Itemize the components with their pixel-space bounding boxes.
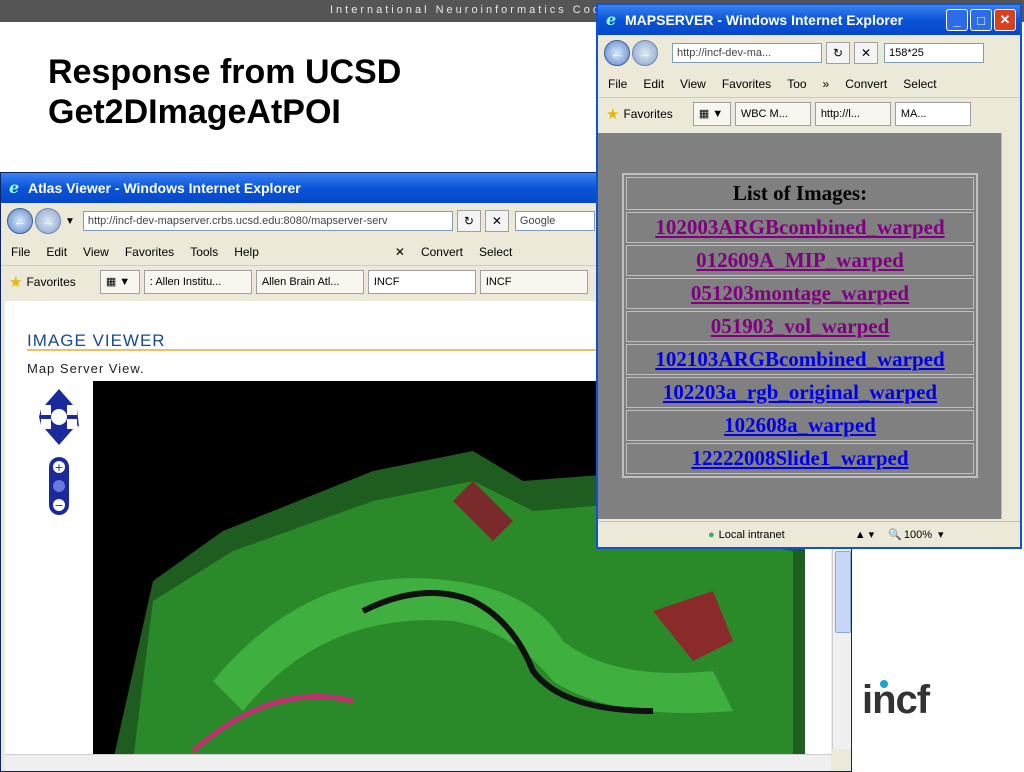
- image-list-table: List of Images: 102003ARGBcombined_warpe…: [622, 173, 978, 478]
- atlas-scroll-thumb[interactable]: [835, 551, 851, 633]
- map-navigation-control[interactable]: + −: [39, 387, 79, 522]
- mapserver-nav-bar: ← → http://incf-dev-ma... ↻ ✕ 158*25: [598, 35, 1020, 71]
- atlas-address-bar[interactable]: http://incf-dev-mapserver.crbs.ucsd.edu:…: [82, 211, 453, 231]
- image-link[interactable]: 051903_vol_warped: [711, 314, 890, 338]
- pan-zoom-icon[interactable]: + −: [39, 387, 79, 517]
- image-link[interactable]: 102203a_rgb_original_warped: [663, 380, 937, 404]
- select-button[interactable]: Select: [903, 77, 936, 91]
- image-link[interactable]: 102003ARGBcombined_warped: [655, 215, 944, 239]
- forward-button[interactable]: →: [35, 208, 61, 234]
- chevron-more-icon[interactable]: »: [823, 77, 830, 91]
- mapserver-favorites-bar: ★ Favorites ▦ ▼ WBC M... http://l... MA.…: [598, 97, 1020, 129]
- mapserver-titlebar[interactable]: e MAPSERVER - Windows Internet Explorer …: [598, 5, 1020, 35]
- zoom-dropdown-icon[interactable]: ▾: [938, 528, 944, 541]
- incf-logo: incf: [862, 678, 930, 723]
- atlas-search-input[interactable]: Google: [514, 211, 595, 231]
- close-button[interactable]: ✕: [994, 9, 1016, 31]
- slide-title-line1: Response from UCSD: [48, 53, 402, 91]
- forward-button[interactable]: →: [632, 40, 658, 66]
- convert-button[interactable]: Convert: [421, 245, 463, 259]
- maximize-button[interactable]: □: [970, 9, 992, 31]
- zone-label: Local intranet: [718, 528, 785, 541]
- menu-favorites[interactable]: Favorites: [722, 77, 771, 91]
- favorites-button[interactable]: Favorites: [623, 107, 672, 121]
- tab-mapserver[interactable]: MA...: [894, 101, 971, 126]
- svg-text:+: +: [54, 461, 63, 474]
- banner-text: International Neuroinformatics Coordina: [330, 4, 642, 16]
- image-viewer-heading: IMAGE VIEWER: [27, 331, 166, 350]
- refresh-icon[interactable]: ↻: [826, 42, 850, 64]
- stop-icon[interactable]: ✕: [854, 42, 878, 64]
- image-list-heading: List of Images:: [626, 177, 974, 210]
- mapserver-search-input[interactable]: 158*25: [884, 43, 984, 63]
- back-button[interactable]: ←: [604, 40, 630, 66]
- image-link[interactable]: 012609A_MIP_warped: [696, 248, 904, 272]
- atlas-window-title: Atlas Viewer - Windows Internet Explorer: [28, 180, 301, 196]
- menu-tools[interactable]: Tools: [190, 245, 218, 259]
- stop-icon[interactable]: ✕: [484, 210, 509, 232]
- tab-allen-brain-atlas[interactable]: Allen Brain Atl...: [255, 269, 364, 294]
- menu-edit[interactable]: Edit: [46, 245, 67, 259]
- mapserver-status-bar: ● Local intranet ▲ ▾ 🔍 100% ▾: [598, 521, 1020, 547]
- favorites-button[interactable]: Favorites: [26, 275, 75, 289]
- logo-dot-icon: [880, 680, 888, 688]
- slide-title-line2: Get2DImageAtPOI: [48, 93, 341, 131]
- intranet-icon: ●: [708, 528, 715, 541]
- tab-http[interactable]: http://l...: [814, 101, 891, 126]
- favorites-star-icon: ★: [9, 273, 23, 291]
- tab-incf-1[interactable]: INCF: [367, 269, 476, 294]
- menu-view[interactable]: View: [83, 245, 109, 259]
- history-dropdown-icon[interactable]: ▼: [65, 216, 75, 227]
- image-link[interactable]: 102608a_warped: [724, 413, 876, 437]
- favorites-star-icon: ★: [606, 105, 620, 123]
- tab-wbc[interactable]: WBC M...: [734, 101, 811, 126]
- tab-allen-institute[interactable]: : Allen Institu...: [143, 269, 252, 294]
- quick-tabs-button[interactable]: ▦ ▼: [99, 269, 140, 294]
- convert-button[interactable]: Convert: [845, 77, 887, 91]
- svg-text:−: −: [54, 499, 63, 512]
- mapserver-page-content: List of Images: 102003ARGBcombined_warpe…: [598, 133, 1004, 519]
- mapserver-vertical-scrollbar[interactable]: [1001, 133, 1020, 519]
- map-server-view-label: Map Server View.: [27, 361, 145, 376]
- image-link[interactable]: 102103ARGBcombined_warped: [655, 347, 944, 371]
- back-button[interactable]: ←: [7, 208, 33, 234]
- menu-file[interactable]: File: [11, 245, 30, 259]
- mapserver-menu-bar: File Edit View Favorites Too » Convert S…: [598, 71, 1020, 97]
- menu-edit[interactable]: Edit: [643, 77, 664, 91]
- ie-icon: e: [9, 178, 20, 197]
- image-link[interactable]: 12222008Slide1_warped: [691, 446, 908, 470]
- ie-icon: e: [606, 10, 617, 29]
- quick-tabs-button[interactable]: ▦ ▼: [692, 101, 731, 126]
- select-button[interactable]: Select: [479, 245, 512, 259]
- zoom-icon: 🔍: [888, 529, 902, 541]
- zoom-level[interactable]: 100%: [904, 529, 932, 541]
- menu-view[interactable]: View: [680, 77, 706, 91]
- close-toolbar-icon[interactable]: ✕: [395, 245, 405, 259]
- minimize-button[interactable]: _: [946, 9, 968, 31]
- logo-text: incf: [862, 678, 930, 722]
- refresh-icon[interactable]: ↻: [456, 210, 481, 232]
- menu-file[interactable]: File: [608, 77, 627, 91]
- slide-title: Response from UCSD Get2DImageAtPOI: [48, 52, 401, 132]
- atlas-horizontal-scrollbar[interactable]: [5, 754, 831, 771]
- menu-help[interactable]: Help: [234, 245, 259, 259]
- image-link[interactable]: 051203montage_warped: [691, 281, 909, 305]
- mapserver-window-title: MAPSERVER - Windows Internet Explorer: [625, 12, 904, 28]
- protected-mode-icon[interactable]: ▲ ▾: [855, 528, 874, 541]
- mapserver-address-bar[interactable]: http://incf-dev-ma...: [672, 43, 822, 63]
- mapserver-window: e MAPSERVER - Windows Internet Explorer …: [596, 3, 1022, 549]
- tab-incf-2[interactable]: INCF: [479, 269, 588, 294]
- menu-favorites[interactable]: Favorites: [125, 245, 174, 259]
- menu-tools[interactable]: Too: [787, 77, 806, 91]
